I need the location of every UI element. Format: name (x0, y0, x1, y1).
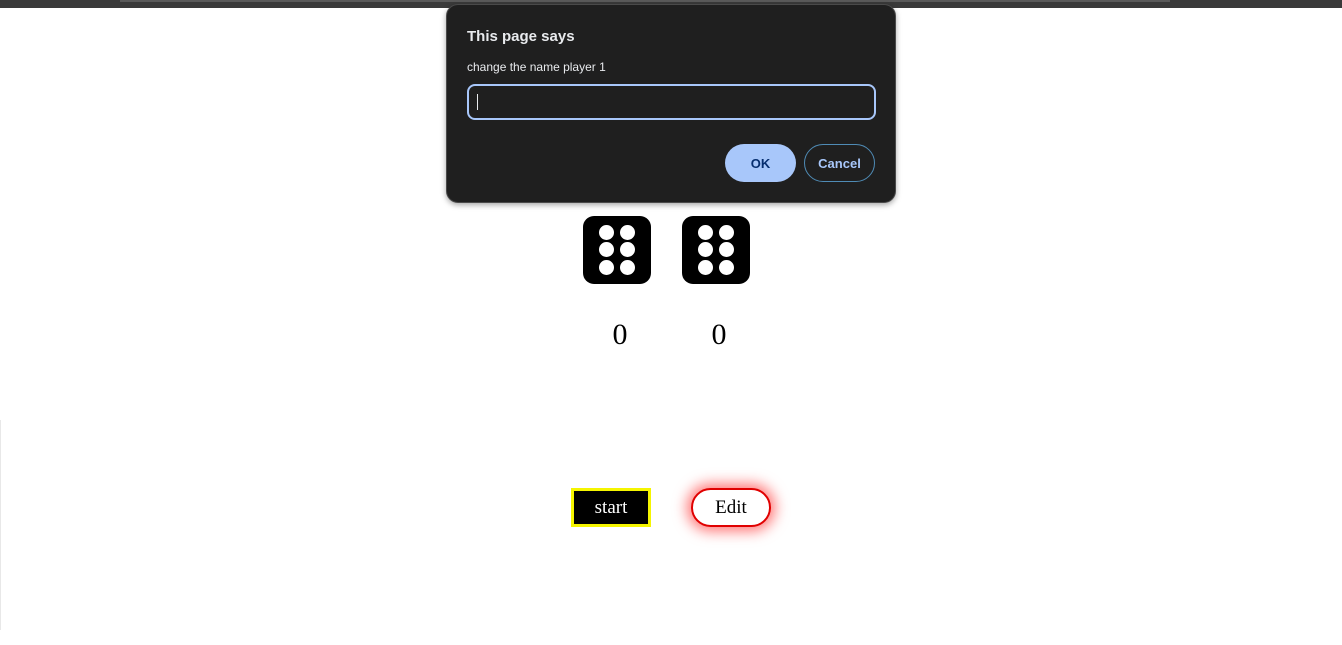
dialog-message: change the name player 1 (467, 60, 606, 74)
die-pip (599, 225, 614, 240)
player-1-die-six-icon (583, 216, 651, 284)
cancel-button[interactable]: Cancel (804, 144, 875, 182)
die-pip (719, 225, 734, 240)
die-pip (698, 242, 713, 257)
die-pip (620, 225, 635, 240)
die-pip (719, 242, 734, 257)
die-pip (698, 225, 713, 240)
dialog-title: This page says (467, 28, 575, 45)
browser-top-bar-strip (120, 0, 1170, 2)
player-1-score: 0 (612, 318, 628, 351)
die-pip (599, 260, 614, 275)
die-pip (698, 260, 713, 275)
die-pip (620, 242, 635, 257)
name-input[interactable] (467, 84, 876, 120)
prompt-dialog: This page says change the name player 1 … (446, 4, 896, 203)
player-2-score: 0 (711, 318, 727, 351)
die-pip (719, 260, 734, 275)
edit-button[interactable]: Edit (691, 488, 771, 527)
player-2-die-six-icon (682, 216, 750, 284)
die-pip (620, 260, 635, 275)
page-edge-line (0, 420, 1, 630)
start-button[interactable]: start (571, 488, 651, 527)
ok-button[interactable]: OK (725, 144, 796, 182)
text-caret (477, 94, 478, 110)
die-pip (599, 242, 614, 257)
